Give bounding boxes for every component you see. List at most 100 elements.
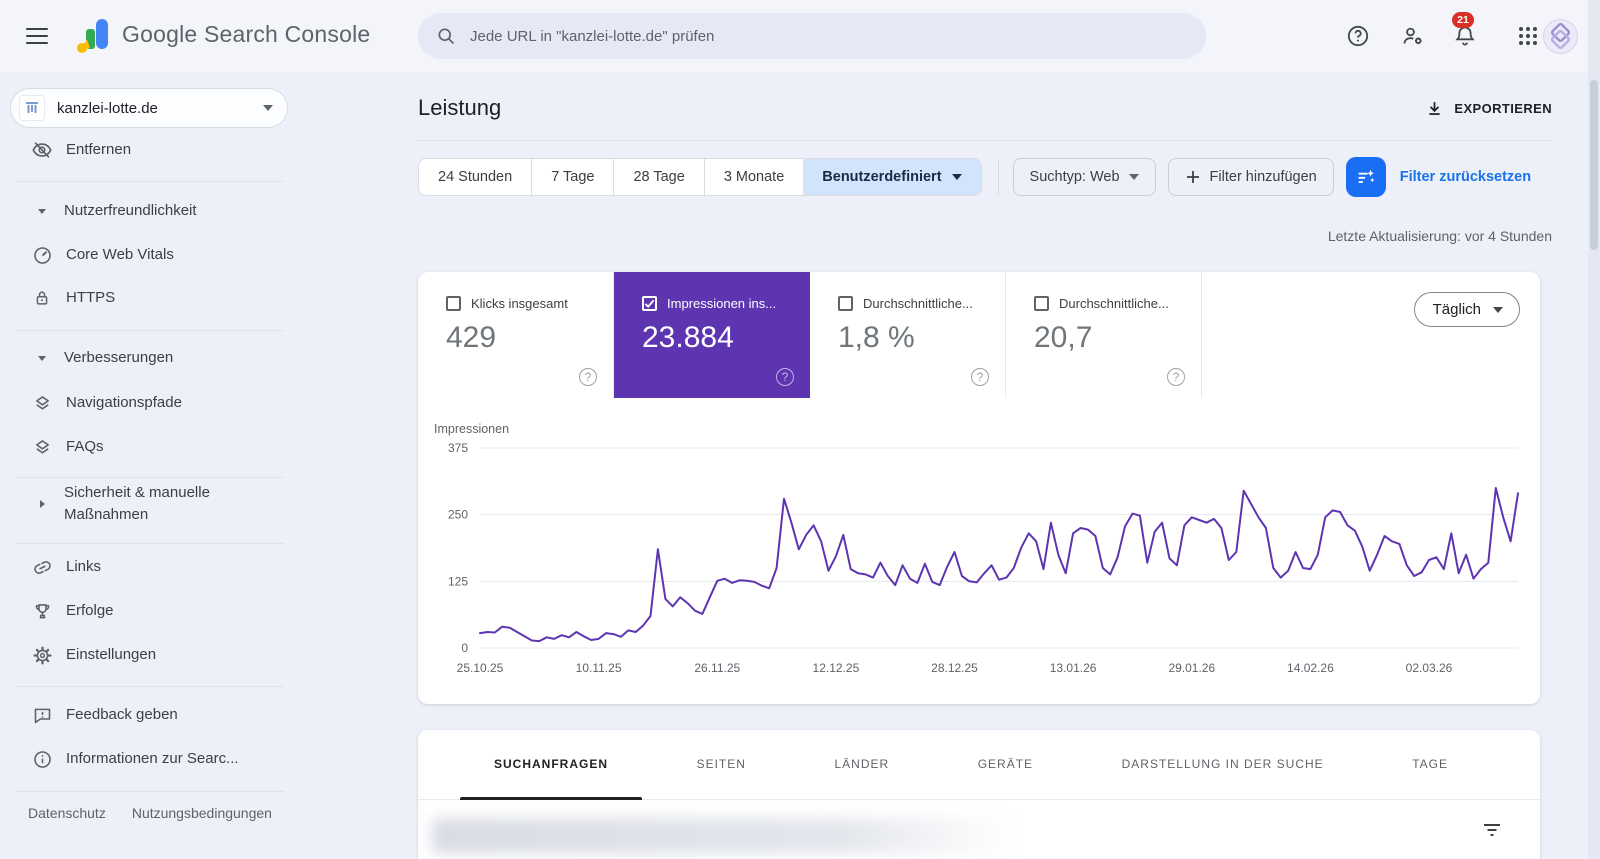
- divider: [16, 543, 284, 544]
- svg-text:Impressionen: Impressionen: [434, 422, 509, 436]
- date-range-selector: 24 Stunden 7 Tage 28 Tage 3 Monate Benut…: [418, 158, 982, 196]
- sidebar-item-feedback[interactable]: Feedback geben: [0, 697, 296, 733]
- metric-card-impressions[interactable]: Impressionen ins... 23.884 ?: [614, 272, 810, 398]
- tab-geraete[interactable]: GERÄTE: [944, 730, 1067, 799]
- divider: [418, 140, 1552, 141]
- profile-avatar[interactable]: [1543, 19, 1578, 54]
- metric-value: 1,8 %: [838, 321, 915, 354]
- table-filter-icon[interactable]: [1480, 818, 1504, 842]
- sidebar-item-label: Feedback geben: [66, 706, 178, 723]
- range-custom[interactable]: Benutzerdefiniert: [803, 159, 981, 195]
- svg-text:26.11.25: 26.11.25: [694, 661, 740, 675]
- range-24h[interactable]: 24 Stunden: [419, 159, 531, 195]
- help-icon[interactable]: ?: [1167, 368, 1185, 386]
- svg-text:125: 125: [448, 574, 468, 588]
- tab-suchanfragen[interactable]: SUCHANFRAGEN: [460, 730, 642, 800]
- svg-text:375: 375: [448, 441, 468, 455]
- metric-card-position[interactable]: Durchschnittliche... 20,7 ?: [1006, 272, 1202, 398]
- divider: [16, 181, 284, 182]
- svg-text:10.11.25: 10.11.25: [576, 661, 622, 675]
- range-3m[interactable]: 3 Monate: [703, 159, 803, 195]
- checkbox-unchecked[interactable]: [446, 296, 461, 311]
- terms-link[interactable]: Nutzungsbedingungen: [132, 805, 272, 821]
- search-type-chip[interactable]: Suchtyp: Web: [1012, 158, 1156, 196]
- sidebar-item-label: FAQs: [66, 438, 104, 455]
- url-inspection-searchbox[interactable]: [418, 13, 1206, 59]
- sidebar-item-informationen[interactable]: Informationen zur Searc...: [0, 741, 296, 777]
- tab-darstellung[interactable]: DARSTELLUNG IN DER SUCHE: [1088, 730, 1358, 799]
- search-input[interactable]: [470, 27, 1188, 45]
- checkbox-checked[interactable]: [642, 296, 657, 311]
- property-name: kanzlei-lotte.de: [57, 99, 158, 117]
- metric-cards: Klicks insgesamt 429 ? Impressionen ins.…: [418, 272, 1540, 398]
- sidebar-item-core-web-vitals[interactable]: Core Web Vitals: [0, 237, 296, 273]
- sidebar-item-label: Links: [66, 558, 102, 575]
- svg-text:25.10.25: 25.10.25: [457, 661, 504, 675]
- help-icon[interactable]: [1346, 24, 1370, 48]
- divider: [16, 477, 284, 478]
- svg-text:02.03.26: 02.03.26: [1406, 661, 1453, 675]
- apps-grid-icon[interactable]: [1516, 24, 1540, 48]
- sidebar-item-navigationspfade[interactable]: Navigationspfade: [0, 385, 296, 421]
- layers-icon: [30, 435, 54, 459]
- link-icon: [30, 555, 54, 579]
- property-selector[interactable]: kanzlei-lotte.de: [10, 88, 288, 128]
- add-filter-chip[interactable]: Filter hinzufügen: [1167, 158, 1334, 196]
- divider: [16, 686, 284, 687]
- sidebar-item-links[interactable]: Links: [0, 549, 296, 585]
- sidebar-item-label: Core Web Vitals: [66, 246, 174, 263]
- help-icon[interactable]: ?: [971, 368, 989, 386]
- svg-text:0: 0: [461, 641, 468, 655]
- sidebar-section-label: Verbesserungen: [64, 349, 174, 366]
- sidebar-item-einstellungen[interactable]: Einstellungen: [0, 637, 296, 673]
- metric-card-ctr[interactable]: Durchschnittliche... 1,8 % ?: [810, 272, 1006, 398]
- trophy-icon: [30, 599, 54, 623]
- sidebar-section-verbesserungen[interactable]: Verbesserungen: [0, 340, 296, 376]
- svg-text:13.01.26: 13.01.26: [1050, 661, 1097, 675]
- sidebar-item-entfernen[interactable]: Entfernen: [0, 132, 296, 168]
- svg-text:29.01.26: 29.01.26: [1168, 661, 1215, 675]
- reset-filters-link[interactable]: Filter zurücksetzen: [1400, 169, 1531, 185]
- sidebar-item-erfolge[interactable]: Erfolge: [0, 593, 296, 629]
- svg-text:12.12.25: 12.12.25: [813, 661, 860, 675]
- export-label: EXPORTIEREN: [1454, 100, 1552, 116]
- metric-value: 20,7: [1034, 321, 1093, 354]
- plus-icon: [1186, 171, 1199, 183]
- svg-text:14.02.26: 14.02.26: [1287, 661, 1334, 675]
- feedback-icon: [30, 703, 54, 727]
- tab-tage[interactable]: TAGE: [1378, 730, 1482, 799]
- scrollbar-track[interactable]: [1588, 0, 1600, 859]
- sidebar-item-label: Entfernen: [66, 141, 132, 158]
- svg-text:28.12.25: 28.12.25: [931, 661, 978, 675]
- sidebar-item-faqs[interactable]: FAQs: [0, 429, 296, 465]
- tab-laender[interactable]: LÄNDER: [800, 730, 923, 799]
- smart-filter-button[interactable]: [1345, 157, 1386, 197]
- sidebar-item-https[interactable]: HTTPS: [0, 280, 296, 316]
- sidebar-item-label: Einstellungen: [66, 646, 157, 663]
- range-28d[interactable]: 28 Tage: [613, 159, 703, 195]
- main-content: Leistung EXPORTIEREN 24 Stunden 7 Tage 2…: [418, 72, 1552, 859]
- caret-down-icon: [1128, 174, 1139, 180]
- sidebar-item-label: Navigationspfade: [66, 394, 182, 411]
- sidebar-section-nutzerfreundlichkeit[interactable]: Nutzerfreundlichkeit: [0, 193, 296, 229]
- divider: [16, 330, 284, 331]
- metric-card-clicks[interactable]: Klicks insgesamt 429 ?: [418, 272, 614, 398]
- sidebar-section-sicherheit[interactable]: Sicherheit & manuelle Maßnahmen: [0, 480, 296, 528]
- help-icon[interactable]: ?: [776, 368, 794, 386]
- avatar-logo-icon: [1550, 22, 1571, 50]
- impressions-line-chart[interactable]: 0 125 250 375 25.10.25 10.11.25 26.11.25 12.12.…: [432, 420, 1524, 690]
- privacy-link[interactable]: Datenschutz: [28, 805, 106, 821]
- user-settings-icon[interactable]: [1401, 24, 1425, 48]
- help-icon[interactable]: ?: [579, 368, 597, 386]
- filter-sparkle-icon: [1358, 169, 1375, 183]
- export-button[interactable]: EXPORTIEREN: [1425, 99, 1552, 118]
- menu-icon[interactable]: [26, 24, 52, 48]
- performance-chart-card: Klicks insgesamt 429 ? Impressionen ins.…: [418, 272, 1540, 704]
- sidebar-section-label: Sicherheit & manuelle Maßnahmen: [64, 484, 210, 523]
- scrollbar-thumb[interactable]: [1590, 80, 1598, 250]
- checkbox-unchecked[interactable]: [838, 296, 853, 311]
- range-7d[interactable]: 7 Tage: [531, 159, 613, 195]
- granularity-dropdown[interactable]: Täglich: [1413, 292, 1520, 327]
- checkbox-unchecked[interactable]: [1034, 296, 1049, 311]
- tab-seiten[interactable]: SEITEN: [663, 730, 780, 799]
